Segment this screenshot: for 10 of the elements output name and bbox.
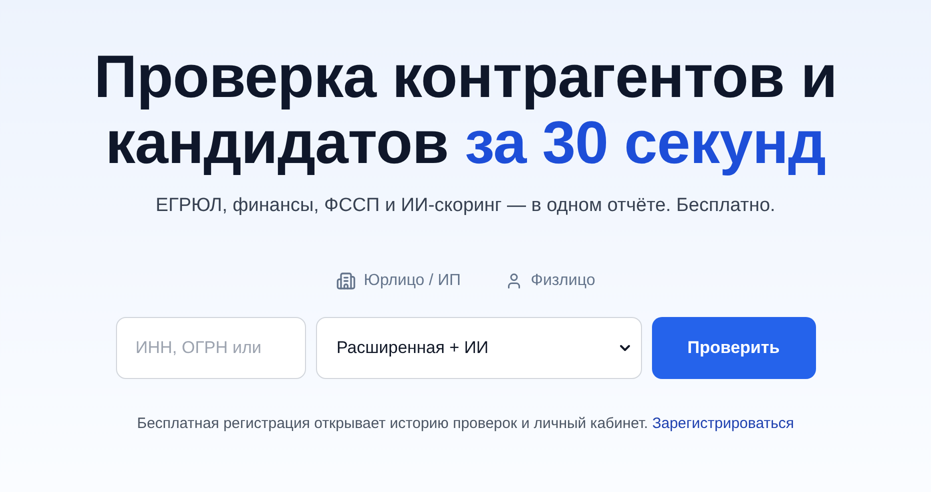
check-button[interactable]: Проверить: [652, 316, 816, 378]
building-icon: [336, 270, 356, 290]
registration-note: Бесплатная регистрация открывает историю проверок и личный кабинет. Зарегистрироваться: [136, 414, 794, 434]
hero-subtitle: ЕГРЮЛ, финансы, ФССП и ИИ-скоринг — в одном отчёте. Бесплатно.: [156, 194, 776, 218]
hero-title: Проверка контрагентов и кандидатов за 30 секунд: [94, 44, 837, 176]
tab[interactable]: Физлицо: [504, 268, 596, 292]
tab[interactable]: Юрлицо / ИП: [336, 268, 461, 292]
search-field[interactable]: ИНН, ОГРН или: [116, 316, 306, 378]
check-type-select[interactable]: Расширенная + ИИ: [316, 316, 642, 378]
register-link[interactable]: Зарегистрироваться: [652, 414, 794, 432]
